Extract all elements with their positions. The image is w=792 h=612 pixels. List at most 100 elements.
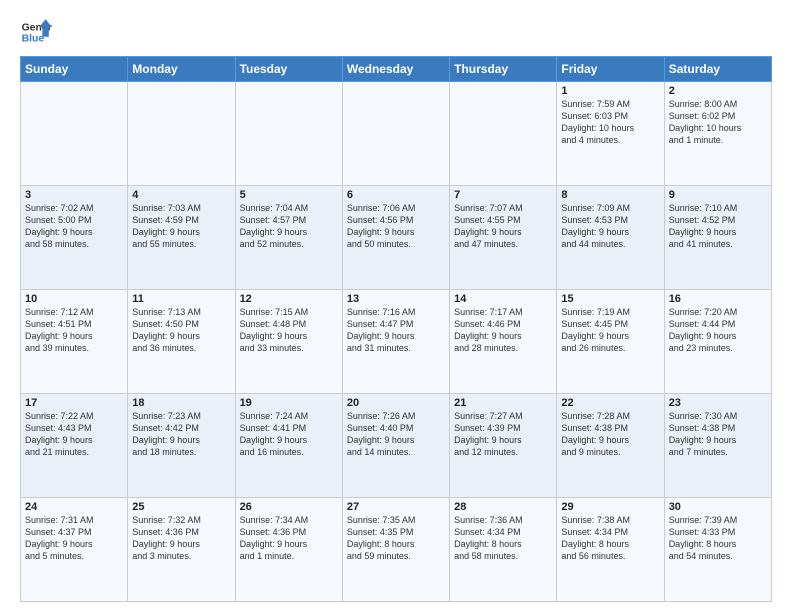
day-number: 10: [25, 293, 123, 305]
calendar-day-cell: 29Sunrise: 7:38 AM Sunset: 4:34 PM Dayli…: [557, 498, 664, 602]
calendar-day-cell: [21, 82, 128, 186]
logo: General Blue: [20, 16, 52, 48]
calendar-day-cell: 18Sunrise: 7:23 AM Sunset: 4:42 PM Dayli…: [128, 394, 235, 498]
day-number: 3: [25, 189, 123, 201]
day-info: Sunrise: 7:30 AM Sunset: 4:38 PM Dayligh…: [669, 410, 767, 459]
calendar-day-cell: 27Sunrise: 7:35 AM Sunset: 4:35 PM Dayli…: [342, 498, 449, 602]
calendar-day-cell: 2Sunrise: 8:00 AM Sunset: 6:02 PM Daylig…: [664, 82, 771, 186]
calendar-day-cell: 16Sunrise: 7:20 AM Sunset: 4:44 PM Dayli…: [664, 290, 771, 394]
day-number: 7: [454, 189, 552, 201]
day-info: Sunrise: 7:26 AM Sunset: 4:40 PM Dayligh…: [347, 410, 445, 459]
day-number: 1: [561, 85, 659, 97]
day-info: Sunrise: 7:36 AM Sunset: 4:34 PM Dayligh…: [454, 514, 552, 563]
calendar-day-cell: 1Sunrise: 7:59 AM Sunset: 6:03 PM Daylig…: [557, 82, 664, 186]
day-info: Sunrise: 7:15 AM Sunset: 4:48 PM Dayligh…: [240, 306, 338, 355]
day-info: Sunrise: 7:04 AM Sunset: 4:57 PM Dayligh…: [240, 202, 338, 251]
calendar-day-cell: 22Sunrise: 7:28 AM Sunset: 4:38 PM Dayli…: [557, 394, 664, 498]
calendar-day-cell: [450, 82, 557, 186]
calendar-header-row: SundayMondayTuesdayWednesdayThursdayFrid…: [21, 57, 772, 82]
calendar-day-cell: [128, 82, 235, 186]
day-info: Sunrise: 7:31 AM Sunset: 4:37 PM Dayligh…: [25, 514, 123, 563]
calendar-day-cell: 7Sunrise: 7:07 AM Sunset: 4:55 PM Daylig…: [450, 186, 557, 290]
calendar-day-cell: 28Sunrise: 7:36 AM Sunset: 4:34 PM Dayli…: [450, 498, 557, 602]
day-number: 2: [669, 85, 767, 97]
day-number: 16: [669, 293, 767, 305]
calendar-week-row: 10Sunrise: 7:12 AM Sunset: 4:51 PM Dayli…: [21, 290, 772, 394]
calendar-day-cell: 6Sunrise: 7:06 AM Sunset: 4:56 PM Daylig…: [342, 186, 449, 290]
calendar-day-cell: 10Sunrise: 7:12 AM Sunset: 4:51 PM Dayli…: [21, 290, 128, 394]
day-number: 30: [669, 501, 767, 513]
calendar-day-cell: [342, 82, 449, 186]
day-info: Sunrise: 7:39 AM Sunset: 4:33 PM Dayligh…: [669, 514, 767, 563]
calendar-header-sunday: Sunday: [21, 57, 128, 82]
header: General Blue: [20, 16, 772, 48]
day-info: Sunrise: 7:28 AM Sunset: 4:38 PM Dayligh…: [561, 410, 659, 459]
calendar-day-cell: 25Sunrise: 7:32 AM Sunset: 4:36 PM Dayli…: [128, 498, 235, 602]
day-info: Sunrise: 7:03 AM Sunset: 4:59 PM Dayligh…: [132, 202, 230, 251]
day-number: 8: [561, 189, 659, 201]
calendar-week-row: 3Sunrise: 7:02 AM Sunset: 5:00 PM Daylig…: [21, 186, 772, 290]
day-number: 13: [347, 293, 445, 305]
calendar-header-monday: Monday: [128, 57, 235, 82]
day-number: 25: [132, 501, 230, 513]
day-number: 22: [561, 397, 659, 409]
calendar-day-cell: 12Sunrise: 7:15 AM Sunset: 4:48 PM Dayli…: [235, 290, 342, 394]
day-info: Sunrise: 7:16 AM Sunset: 4:47 PM Dayligh…: [347, 306, 445, 355]
calendar-day-cell: 11Sunrise: 7:13 AM Sunset: 4:50 PM Dayli…: [128, 290, 235, 394]
day-number: 26: [240, 501, 338, 513]
day-number: 9: [669, 189, 767, 201]
calendar-day-cell: [235, 82, 342, 186]
day-info: Sunrise: 7:32 AM Sunset: 4:36 PM Dayligh…: [132, 514, 230, 563]
day-number: 15: [561, 293, 659, 305]
day-number: 14: [454, 293, 552, 305]
day-info: Sunrise: 7:27 AM Sunset: 4:39 PM Dayligh…: [454, 410, 552, 459]
calendar-header-wednesday: Wednesday: [342, 57, 449, 82]
day-number: 21: [454, 397, 552, 409]
day-number: 5: [240, 189, 338, 201]
svg-text:Blue: Blue: [22, 34, 45, 45]
day-number: 23: [669, 397, 767, 409]
calendar-day-cell: 23Sunrise: 7:30 AM Sunset: 4:38 PM Dayli…: [664, 394, 771, 498]
calendar-week-row: 1Sunrise: 7:59 AM Sunset: 6:03 PM Daylig…: [21, 82, 772, 186]
calendar-day-cell: 30Sunrise: 7:39 AM Sunset: 4:33 PM Dayli…: [664, 498, 771, 602]
day-number: 17: [25, 397, 123, 409]
day-info: Sunrise: 7:24 AM Sunset: 4:41 PM Dayligh…: [240, 410, 338, 459]
calendar-table: SundayMondayTuesdayWednesdayThursdayFrid…: [20, 56, 772, 602]
calendar-day-cell: 17Sunrise: 7:22 AM Sunset: 4:43 PM Dayli…: [21, 394, 128, 498]
day-info: Sunrise: 7:38 AM Sunset: 4:34 PM Dayligh…: [561, 514, 659, 563]
calendar-header-saturday: Saturday: [664, 57, 771, 82]
calendar-day-cell: 3Sunrise: 7:02 AM Sunset: 5:00 PM Daylig…: [21, 186, 128, 290]
day-number: 11: [132, 293, 230, 305]
calendar-day-cell: 8Sunrise: 7:09 AM Sunset: 4:53 PM Daylig…: [557, 186, 664, 290]
day-info: Sunrise: 7:23 AM Sunset: 4:42 PM Dayligh…: [132, 410, 230, 459]
day-number: 20: [347, 397, 445, 409]
calendar-day-cell: 26Sunrise: 7:34 AM Sunset: 4:36 PM Dayli…: [235, 498, 342, 602]
day-info: Sunrise: 7:59 AM Sunset: 6:03 PM Dayligh…: [561, 98, 659, 147]
day-number: 29: [561, 501, 659, 513]
calendar-header-friday: Friday: [557, 57, 664, 82]
day-info: Sunrise: 7:22 AM Sunset: 4:43 PM Dayligh…: [25, 410, 123, 459]
day-info: Sunrise: 7:34 AM Sunset: 4:36 PM Dayligh…: [240, 514, 338, 563]
day-info: Sunrise: 7:20 AM Sunset: 4:44 PM Dayligh…: [669, 306, 767, 355]
day-number: 18: [132, 397, 230, 409]
calendar-day-cell: 20Sunrise: 7:26 AM Sunset: 4:40 PM Dayli…: [342, 394, 449, 498]
calendar-day-cell: 14Sunrise: 7:17 AM Sunset: 4:46 PM Dayli…: [450, 290, 557, 394]
calendar-day-cell: 9Sunrise: 7:10 AM Sunset: 4:52 PM Daylig…: [664, 186, 771, 290]
day-number: 28: [454, 501, 552, 513]
day-number: 19: [240, 397, 338, 409]
calendar-day-cell: 4Sunrise: 7:03 AM Sunset: 4:59 PM Daylig…: [128, 186, 235, 290]
day-info: Sunrise: 7:12 AM Sunset: 4:51 PM Dayligh…: [25, 306, 123, 355]
calendar-day-cell: 5Sunrise: 7:04 AM Sunset: 4:57 PM Daylig…: [235, 186, 342, 290]
day-info: Sunrise: 8:00 AM Sunset: 6:02 PM Dayligh…: [669, 98, 767, 147]
day-number: 24: [25, 501, 123, 513]
day-number: 12: [240, 293, 338, 305]
calendar-week-row: 17Sunrise: 7:22 AM Sunset: 4:43 PM Dayli…: [21, 394, 772, 498]
day-number: 4: [132, 189, 230, 201]
day-info: Sunrise: 7:09 AM Sunset: 4:53 PM Dayligh…: [561, 202, 659, 251]
day-info: Sunrise: 7:07 AM Sunset: 4:55 PM Dayligh…: [454, 202, 552, 251]
day-info: Sunrise: 7:35 AM Sunset: 4:35 PM Dayligh…: [347, 514, 445, 563]
day-info: Sunrise: 7:06 AM Sunset: 4:56 PM Dayligh…: [347, 202, 445, 251]
calendar-week-row: 24Sunrise: 7:31 AM Sunset: 4:37 PM Dayli…: [21, 498, 772, 602]
day-number: 27: [347, 501, 445, 513]
calendar-day-cell: 19Sunrise: 7:24 AM Sunset: 4:41 PM Dayli…: [235, 394, 342, 498]
